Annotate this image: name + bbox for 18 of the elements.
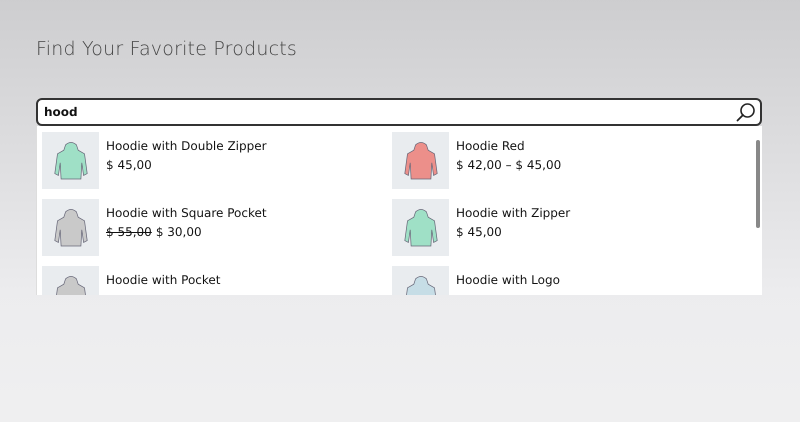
- product-name[interactable]: Hoodie with Square Pocket: [106, 206, 267, 220]
- product-price: $ 42,00 – $ 45,00: [456, 158, 562, 172]
- page-title: Find Your Favorite Products: [36, 38, 298, 60]
- search-icon[interactable]: [736, 102, 756, 122]
- product-price: $ 30,00: [156, 225, 202, 239]
- product-name[interactable]: Hoodie with Double Zipper: [106, 139, 267, 153]
- old-price: $ 55,00: [106, 225, 152, 239]
- product-image[interactable]: [42, 132, 99, 189]
- product-price: $ 45,00: [106, 158, 152, 172]
- product-image[interactable]: [392, 199, 449, 256]
- product-image[interactable]: [42, 199, 99, 256]
- product-name[interactable]: Hoodie with Pocket: [106, 273, 220, 287]
- product-image[interactable]: [392, 132, 449, 189]
- product-price: $ 45,00: [456, 225, 502, 239]
- product-name[interactable]: Hoodie with Logo: [456, 273, 560, 287]
- search-field[interactable]: hood: [36, 98, 762, 126]
- product-name[interactable]: Hoodie with Zipper: [456, 206, 570, 220]
- product-name[interactable]: Hoodie Red: [456, 139, 562, 153]
